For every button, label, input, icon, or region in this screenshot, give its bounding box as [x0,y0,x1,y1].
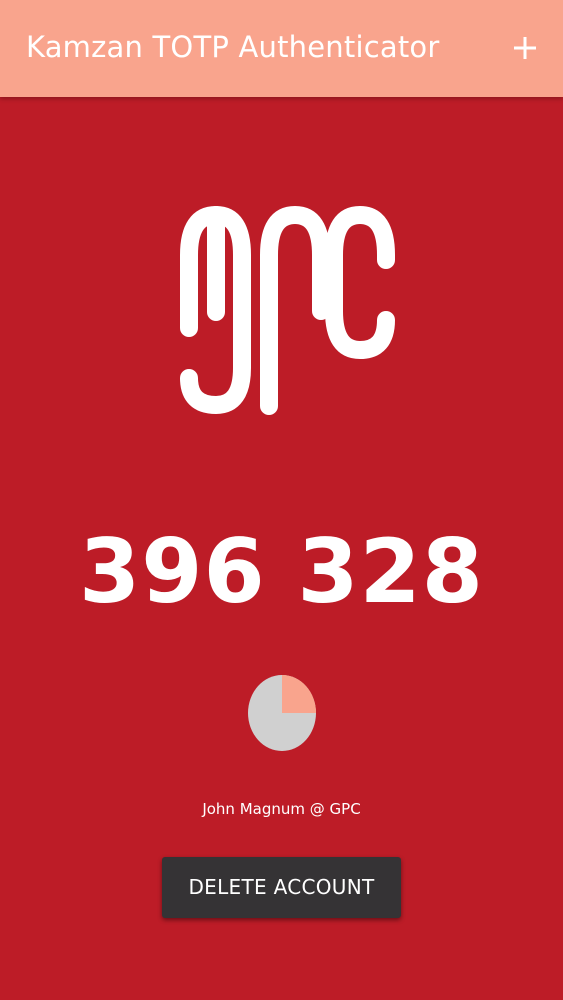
app-screen: Kamzan TOTP Authenticator 396 328 John M… [0,0,563,1000]
account-label: John Magnum @ GPC [202,800,361,818]
add-account-button[interactable] [507,30,543,66]
timer-elapsed-slice [282,675,316,713]
app-bar: Kamzan TOTP Authenticator [0,0,563,97]
countdown-timer [247,674,317,752]
totp-code: 396 328 [78,520,485,623]
plus-icon [514,37,536,59]
delete-account-button[interactable]: DELETE ACCOUNT [162,857,401,918]
gpc-logo [180,200,398,418]
app-title: Kamzan TOTP Authenticator [26,30,440,64]
